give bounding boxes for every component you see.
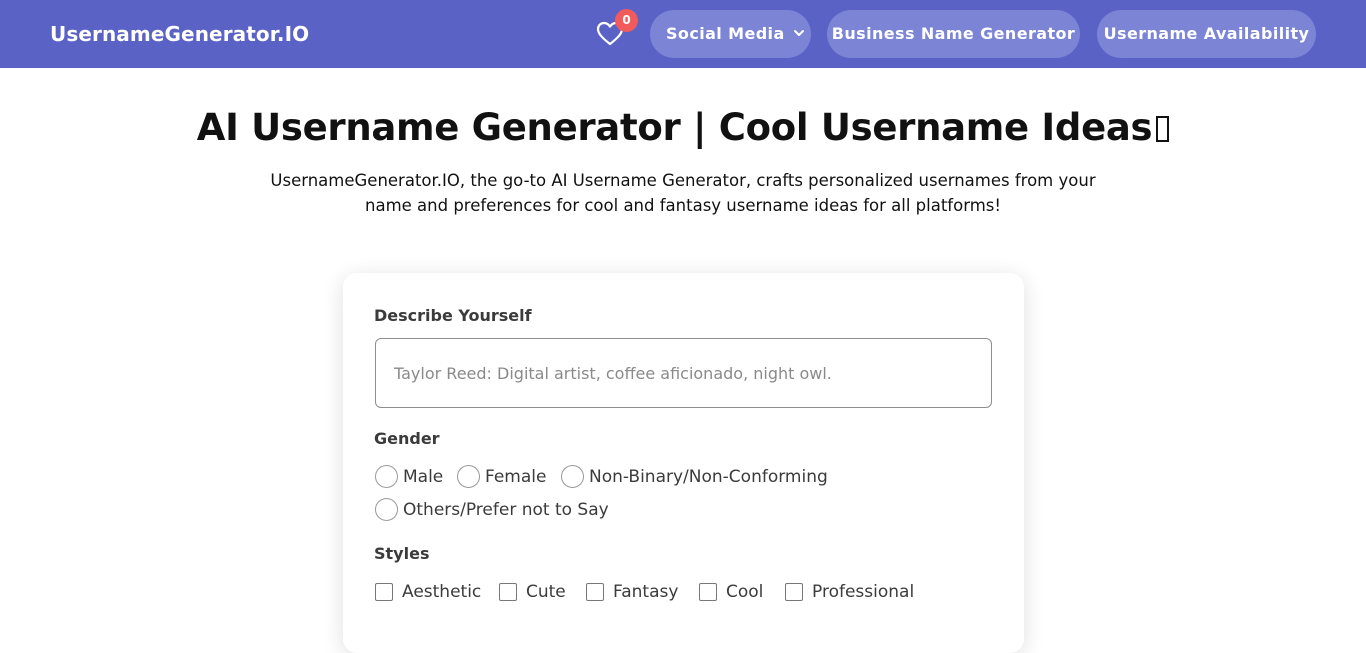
radio-button[interactable] (457, 465, 480, 488)
style-option-label: Cute (526, 582, 566, 602)
gender-label: Gender (374, 429, 440, 448)
gender-option-label: Female (485, 467, 547, 487)
gender-option-label: Non-Binary/Non-Conforming (589, 467, 828, 487)
checkbox[interactable] (785, 583, 803, 601)
style-option-label: Cool (726, 582, 764, 602)
gender-option-label: Male (403, 467, 444, 487)
page-description: UsernameGenerator.IO, the go-to AI Usern… (270, 171, 1096, 215)
checkbox[interactable] (699, 583, 717, 601)
checkbox[interactable] (499, 583, 517, 601)
social-media-label: Social Media (666, 24, 785, 43)
chevron-down-icon (793, 10, 805, 58)
styles-label: Styles (374, 544, 430, 563)
style-option-label: Professional (812, 582, 915, 602)
checkbox[interactable] (586, 583, 604, 601)
style-option-label: Aesthetic (402, 582, 482, 602)
style-option-label: Fantasy (613, 582, 679, 602)
missing-glyph-icon (1156, 116, 1170, 142)
brand-logo-link[interactable]: UsernameGenerator.IO (50, 20, 309, 48)
describe-yourself-label: Describe Yourself (374, 306, 532, 325)
describe-yourself-input[interactable] (375, 338, 992, 408)
gender-option-label: Others/Prefer not to Say (403, 500, 609, 520)
navbar: UsernameGenerator.IO 0 Social Media Busi… (0, 0, 1366, 68)
favorites-count-badge: 0 (615, 9, 638, 32)
page-title-text: AI Username Generator | Cool Username Id… (196, 106, 1153, 149)
radio-button[interactable] (561, 465, 584, 488)
checkbox[interactable] (375, 583, 393, 601)
username-availability-link[interactable]: Username Availability (1097, 10, 1316, 58)
generator-form-card: Describe Yourself Gender Male Female Non… (343, 273, 1024, 653)
social-media-dropdown[interactable]: Social Media (650, 10, 811, 58)
page-title: AI Username Generator | Cool Username Id… (0, 100, 1366, 156)
radio-button[interactable] (375, 465, 398, 488)
radio-button[interactable] (375, 498, 398, 521)
business-name-generator-link[interactable]: Business Name Generator (827, 10, 1080, 58)
